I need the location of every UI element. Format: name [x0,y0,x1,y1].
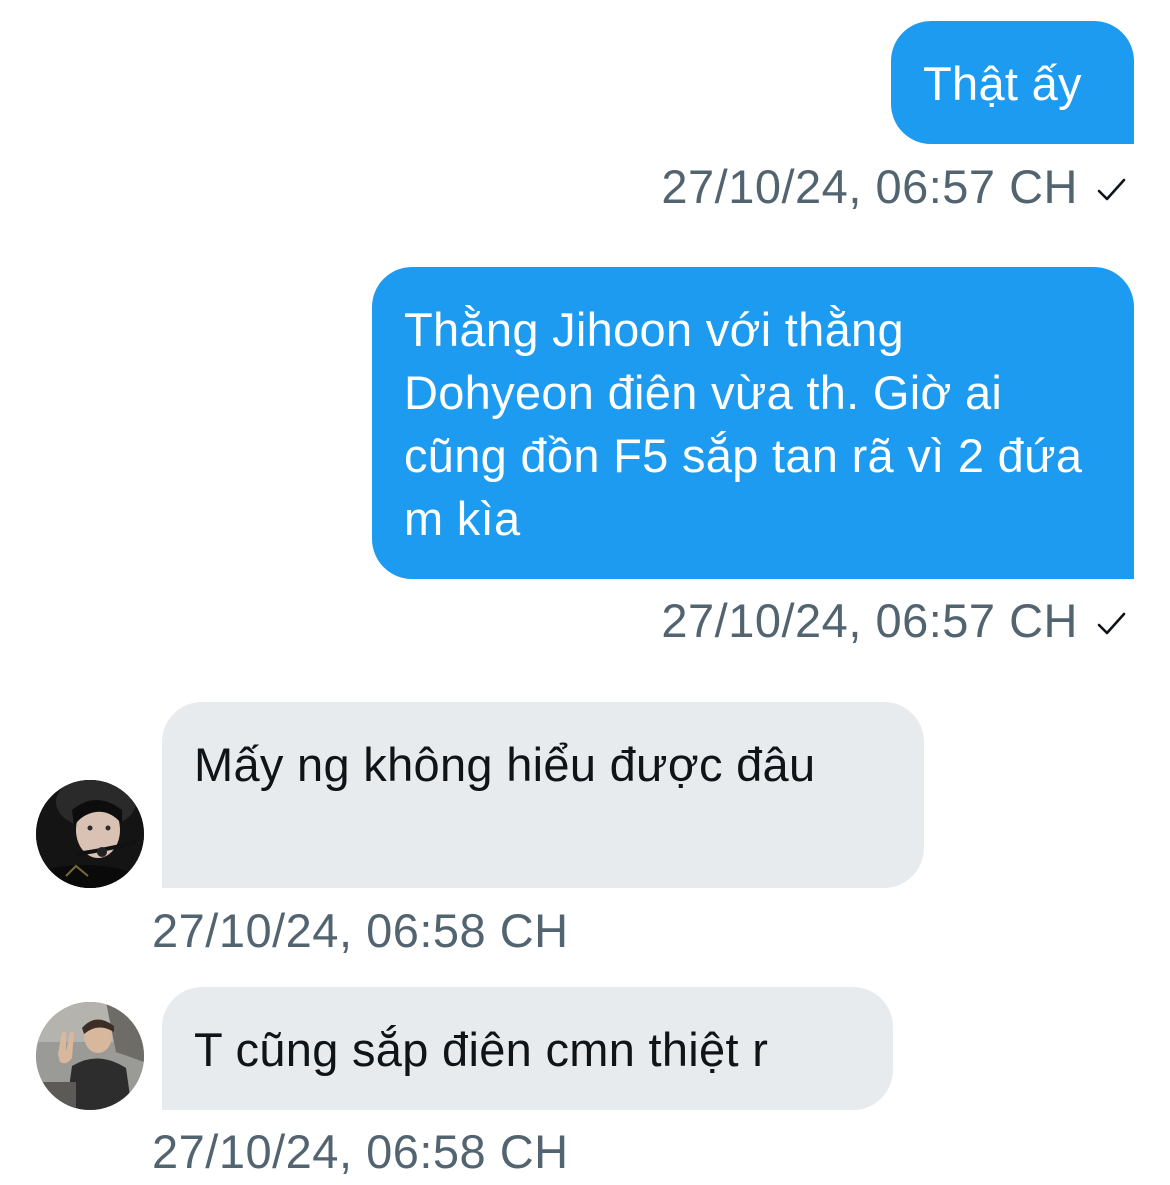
message-text: Thật ấy [923,57,1082,110]
message-bubble-incoming[interactable]: Mấy ng không hiểu được đâu [162,702,924,888]
message-bubble-outgoing[interactable]: Thật ấy [891,21,1134,144]
check-icon [1097,178,1126,201]
message-bubble-incoming[interactable]: T cũng sắp điên cmn thiệt r [162,987,893,1110]
message-timestamp: 27/10/24, 06:57 CH [661,160,1078,213]
message-timestamp: 27/10/24, 06:58 CH [152,904,569,957]
message-bubble-outgoing[interactable]: Thằng Jihoon với thằng Dohyeon điên vừa … [372,267,1134,579]
message-timestamp: 27/10/24, 06:57 CH [661,594,1078,647]
avatar-dark-headset-icon [36,780,144,888]
avatar[interactable] [36,780,144,888]
message-text: T cũng sắp điên cmn thiệt r [194,1023,769,1076]
message-text: Mấy ng không hiểu được đâu [194,738,816,791]
message-timestamp: 27/10/24, 06:58 CH [152,1125,569,1178]
message-text: Thằng Jihoon với thằng Dohyeon điên vừa … [404,303,1083,545]
avatar-peace-sign-icon [36,1002,144,1110]
check-icon [1097,612,1126,635]
avatar[interactable] [36,1002,144,1110]
